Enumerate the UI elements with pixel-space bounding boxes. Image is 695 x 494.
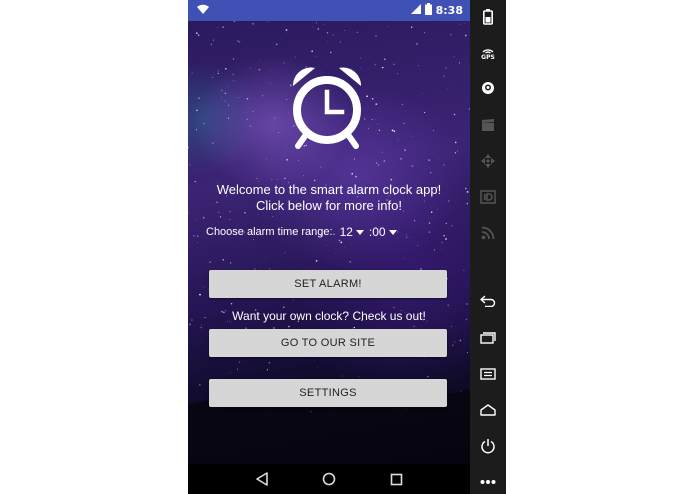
- battery-icon: [424, 3, 432, 18]
- battery-icon[interactable]: [477, 6, 499, 28]
- set-alarm-button[interactable]: SET ALARM!: [209, 270, 447, 298]
- navigation-bar: [188, 464, 470, 494]
- app-background: Welcome to the smart alarm clock app! Cl…: [188, 21, 470, 464]
- camera-icon[interactable]: [477, 77, 499, 99]
- status-time: 8:38: [435, 4, 463, 17]
- gps-icon[interactable]: GPS: [477, 42, 499, 64]
- promo-text: Want your own clock? Check us out!: [232, 309, 426, 323]
- minute-spinner[interactable]: :00: [369, 225, 397, 239]
- back-icon[interactable]: [255, 472, 269, 486]
- alarm-time-row: Choose alarm time range: 12 :00: [206, 223, 397, 241]
- gps-label: GPS: [481, 53, 495, 61]
- clapper-icon[interactable]: [477, 114, 499, 136]
- alarm-clock-icon: [292, 67, 362, 149]
- rss-icon[interactable]: [477, 222, 499, 244]
- menu-icon[interactable]: [477, 363, 499, 385]
- emulator-sidebar: GPS: [470, 0, 506, 494]
- hour-spinner[interactable]: 12: [340, 225, 364, 239]
- go-to-site-button[interactable]: GO TO OUR SITE: [209, 329, 447, 357]
- time-range-label: Choose alarm time range:: [206, 226, 333, 238]
- back-icon[interactable]: [477, 290, 499, 312]
- hour-value: 12: [339, 225, 353, 239]
- welcome-text: Welcome to the smart alarm clock app! Cl…: [188, 182, 470, 214]
- recents-icon[interactable]: [390, 473, 403, 486]
- minute-value: :00: [368, 225, 386, 239]
- welcome-line-2: Click below for more info!: [256, 198, 402, 213]
- minute-dropdown-icon: [388, 229, 397, 235]
- settings-button[interactable]: SETTINGS: [209, 379, 447, 407]
- wifi-icon: [196, 3, 210, 18]
- hour-dropdown-icon: [355, 229, 364, 235]
- id-icon[interactable]: [477, 186, 499, 208]
- more-icon[interactable]: [477, 471, 499, 493]
- welcome-line-1: Welcome to the smart alarm clock app!: [216, 182, 442, 197]
- dpad-icon[interactable]: [477, 150, 499, 172]
- home-icon[interactable]: [477, 399, 499, 421]
- home-icon[interactable]: [322, 472, 336, 486]
- status-bar: 8:38: [188, 0, 470, 21]
- recents-icon[interactable]: [477, 327, 499, 349]
- power-icon[interactable]: [477, 435, 499, 457]
- phone-screen: 8:38 Welcome to the smart alarm clock ap…: [188, 0, 470, 494]
- signal-icon: [410, 4, 421, 17]
